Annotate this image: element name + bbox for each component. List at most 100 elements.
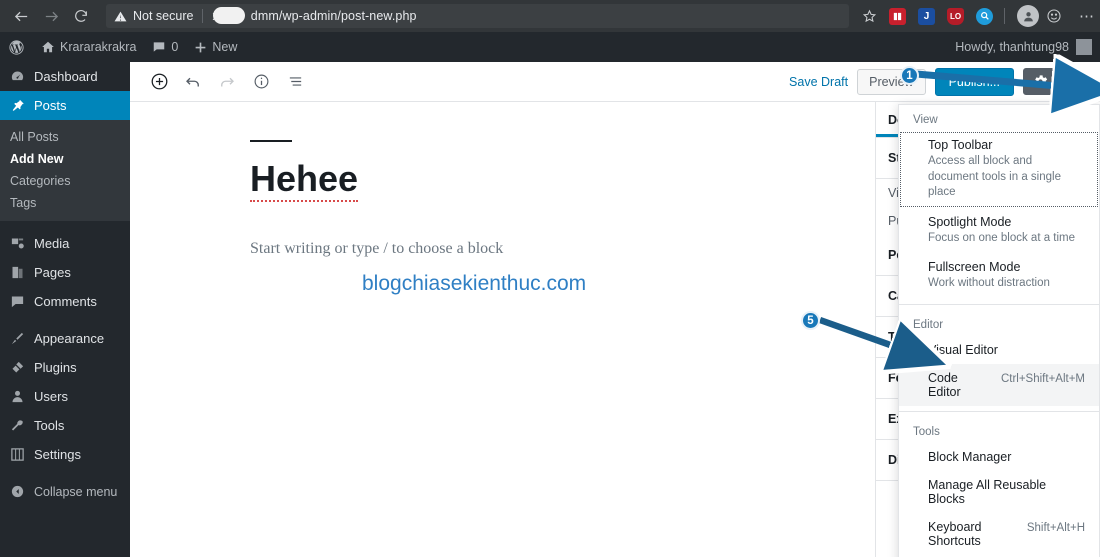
more-options-kebab-icon[interactable] <box>1066 68 1090 96</box>
menu-item-text: Fullscreen Mode Work without distraction <box>928 260 1050 292</box>
post-title-input[interactable]: Hehee <box>250 158 359 203</box>
sidebar-separator <box>0 469 130 477</box>
address-divider <box>202 9 204 23</box>
adminbar-account[interactable]: Howdy, thanhtung98 <box>955 39 1100 55</box>
tools-wrench-icon <box>9 418 26 433</box>
extension-shield-icon[interactable]: LO <box>947 7 964 25</box>
kebab-dot <box>1076 80 1080 83</box>
sidebar-item-label: Dashboard <box>34 69 98 84</box>
undo-icon[interactable] <box>178 67 208 97</box>
sidebar-item-dashboard[interactable]: Dashboard <box>0 62 130 91</box>
sidebar-item-comments[interactable]: Comments <box>0 287 130 316</box>
menu-item-block-manager[interactable]: Block Manager <box>899 443 1099 471</box>
settings-sliders-icon <box>9 447 26 462</box>
adminbar-new[interactable]: New <box>186 32 245 62</box>
sidebar-item-categories[interactable]: Categories <box>0 170 130 192</box>
forward-arrow-icon[interactable] <box>36 1 66 31</box>
menu-item-keyboard-shortcuts[interactable]: Keyboard Shortcuts Shift+Alt+H <box>899 513 1099 555</box>
add-block-icon[interactable] <box>144 67 174 97</box>
address-bar[interactable]: Not secure xad dmm/wp-admin/post-new.php <box>106 4 849 28</box>
save-draft-button[interactable]: Save Draft <box>789 75 848 89</box>
sidebar-item-appearance[interactable]: Appearance <box>0 324 130 353</box>
extension-search-icon[interactable] <box>976 7 993 25</box>
star-icon[interactable] <box>855 9 883 24</box>
menu-item-visual-editor[interactable]: ✓ Visual Editor <box>899 336 1099 364</box>
sidebar-item-plugins[interactable]: Plugins <box>0 353 130 382</box>
menu-item-description: Focus on one block at a time <box>928 231 1076 244</box>
profile-avatar-icon[interactable] <box>1017 5 1039 27</box>
editor-canvas: Hehee Start writing or type / to choose … <box>130 102 875 557</box>
menu-item-shortcut: Shift+Alt+H <box>1026 521 1085 534</box>
sidebar-item-posts[interactable]: Posts <box>0 91 130 120</box>
post-content-wrapper: Hehee Start writing or type / to choose … <box>130 102 875 296</box>
browser-toolbar: Not secure xad dmm/wp-admin/post-new.php… <box>0 0 1100 32</box>
menu-item-label: Keyboard Shortcuts <box>928 519 982 548</box>
menu-item-description: Work without distraction <box>928 277 1050 290</box>
menu-item-top-toolbar[interactable]: Top Toolbar Access all block and documen… <box>899 131 1099 208</box>
submenu-label: Categories <box>10 174 71 188</box>
extension-book-icon[interactable] <box>889 7 906 25</box>
sidebar-item-settings[interactable]: Settings <box>0 440 130 469</box>
sidebar-item-add-new[interactable]: Add New <box>0 148 130 170</box>
pin-icon <box>9 98 26 113</box>
sidebar-item-collapse-menu[interactable]: Collapse menu <box>0 477 130 506</box>
kebab-dot <box>1076 74 1080 77</box>
redo-icon <box>212 67 242 97</box>
pretitle-dash <box>250 140 292 142</box>
menu-item-spotlight-mode[interactable]: Spotlight Mode Focus on one block at a t… <box>899 208 1099 254</box>
menu-separator <box>899 303 1099 305</box>
screenshot-root: Not secure xad dmm/wp-admin/post-new.php… <box>0 0 1100 557</box>
paragraph-placeholder[interactable]: Start writing or type / to choose a bloc… <box>250 240 875 258</box>
menu-item-code-editor[interactable]: Code Editor Ctrl+Shift+Alt+M <box>899 363 1099 406</box>
adminbar-site-name[interactable]: Krararakrakra <box>33 32 144 62</box>
submenu-label: All Posts <box>10 130 59 144</box>
block-navigation-icon[interactable] <box>280 67 310 97</box>
sidebar-item-label: Appearance <box>34 331 105 346</box>
back-arrow-icon[interactable] <box>6 1 36 31</box>
users-icon <box>9 389 26 404</box>
comments-icon <box>9 294 26 309</box>
menu-item-label: Spotlight Mode <box>928 214 1012 229</box>
new-label: New <box>212 40 238 54</box>
menu-item-manage-reusable-blocks[interactable]: Manage All Reusable Blocks <box>899 471 1099 513</box>
sidebar-item-users[interactable]: Users <box>0 382 130 411</box>
wp-admin-sidebar: Dashboard Posts All Posts Add New Catego… <box>0 62 130 557</box>
publish-button[interactable]: Publish... <box>934 67 1014 96</box>
security-label: Not secure <box>133 9 194 23</box>
sidebar-item-label: Users <box>34 389 68 404</box>
not-secure-warning-icon <box>114 10 127 23</box>
menu-item-shortcut: Ctrl+Shift+Alt+M <box>1000 372 1085 385</box>
smiley-icon[interactable] <box>1046 8 1068 24</box>
menu-item-text: Spotlight Mode Focus on one block at a t… <box>928 215 1075 247</box>
editor-header-actions: Save Draft Preview Publish... <box>789 67 1100 96</box>
annotation-badge-1: 1 <box>900 66 919 85</box>
extension-j-icon[interactable]: J <box>918 7 935 25</box>
sidebar-item-pages[interactable]: Pages <box>0 258 130 287</box>
more-options-dropdown-menu: View Top Toolbar Access all block and do… <box>898 95 1100 557</box>
adminbar-comments[interactable]: 0 <box>144 32 186 62</box>
sidebar-item-label: Plugins <box>34 360 77 375</box>
settings-gear-icon[interactable] <box>1023 68 1057 95</box>
site-name-label: Krararakrakra <box>60 40 137 54</box>
wordpress-logo-icon[interactable] <box>0 32 33 62</box>
sidebar-item-all-posts[interactable]: All Posts <box>0 126 130 148</box>
menu-item-label: Code Editor <box>928 370 961 399</box>
menu-item-label: Manage All Reusable Blocks <box>928 477 1047 506</box>
sidebar-item-label: Pages <box>34 265 71 280</box>
content-info-icon[interactable] <box>246 67 276 97</box>
sidebar-item-media[interactable]: Media <box>0 229 130 258</box>
sidebar-separator <box>0 316 130 324</box>
menu-item-fullscreen-mode[interactable]: Fullscreen Mode Work without distraction <box>899 253 1099 299</box>
browser-menu-icon[interactable]: ⋯ <box>1074 7 1100 25</box>
menu-item-description: Access all block and document tools in a… <box>928 155 1061 199</box>
reload-icon[interactable] <box>66 1 96 31</box>
sidebar-item-label: Posts <box>34 98 67 113</box>
sidebar-item-tools[interactable]: Tools <box>0 411 130 440</box>
editor-header: Save Draft Preview Publish... <box>130 62 1100 102</box>
collapse-arrow-icon <box>9 484 26 499</box>
plugins-plug-icon <box>9 360 26 375</box>
submenu-label: Tags <box>10 196 37 210</box>
dashboard-icon <box>9 69 26 84</box>
sidebar-item-tags[interactable]: Tags <box>0 192 130 214</box>
sidebar-item-label: Comments <box>34 294 97 309</box>
